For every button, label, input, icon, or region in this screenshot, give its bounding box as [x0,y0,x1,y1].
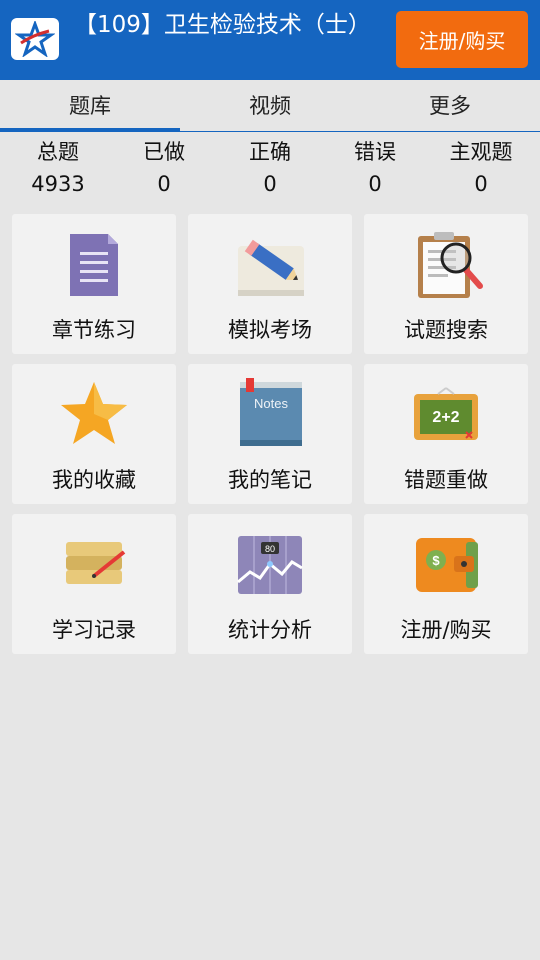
tile-label: 模拟考场 [228,318,312,342]
chalkboard-icon: 2+2 [414,387,478,440]
stat-label: 主观题 [449,140,513,164]
stat-label: 总题 [37,140,79,164]
app-title: 【109】卫生检验技术（士） [74,12,371,38]
stat-value: 0 [263,172,277,196]
tile-wrong-redo[interactable]: 2+2 错题重做 [364,364,528,504]
star-icon [61,382,127,444]
tab-video[interactable]: 视频 [180,80,360,130]
tile-label: 注册/购买 [400,618,492,642]
tile-label: 统计分析 [228,618,312,642]
stat-value: 0 [474,172,488,196]
stat-value: 0 [368,172,382,196]
tab-bar: 题库 视频 更多 [0,80,540,133]
tile-statistics[interactable]: 80 统计分析 [188,514,352,654]
stats-row: 总题 4933 已做 0 正确 0 错误 0 主观题 0 [0,136,540,204]
tab-divider [0,131,540,132]
register-buy-button[interactable]: 注册/购买 [396,11,528,68]
feature-grid: 章节练习 模拟考场 试题搜索 我的收藏 Notes 我的笔记 2+2 错题重做 … [0,214,540,658]
tile-my-notes[interactable]: Notes 我的笔记 [188,364,352,504]
scroll-pencil-icon [66,542,126,584]
stat-correct: 正确 0 [216,136,324,200]
wallet-icon: $ [416,538,478,592]
stat-value: 0 [157,172,171,196]
pencil-paper-icon [238,239,304,296]
document-list-icon [70,234,118,296]
tile-label: 我的收藏 [52,468,136,492]
stat-subjective: 主观题 0 [427,136,535,200]
stat-value: 4933 [31,172,85,196]
stat-label: 正确 [249,140,291,164]
clipboard-search-icon [418,232,483,298]
tile-question-search[interactable]: 试题搜索 [364,214,528,354]
tile-chapter-practice[interactable]: 章节练习 [12,214,176,354]
stats-chart-icon: 80 [237,536,303,594]
tile-register-buy[interactable]: $ 注册/购买 [364,514,528,654]
tile-label: 我的笔记 [228,468,312,492]
tile-label: 错题重做 [404,468,488,492]
stat-total: 总题 4933 [4,136,112,200]
dollar-text: $ [432,553,440,568]
tile-label: 学习记录 [52,618,136,642]
logo-star-icon [15,21,55,57]
stat-label: 已做 [143,140,185,164]
app-logo [11,18,59,60]
notes-text: Notes [254,396,288,411]
tab-question-bank[interactable]: 题库 [0,80,180,130]
tile-label: 章节练习 [52,318,136,342]
tab-more[interactable]: 更多 [360,80,540,130]
notes-book-icon: Notes [240,378,302,446]
chart-value-text: 80 [265,544,275,554]
tile-label: 试题搜索 [404,318,488,342]
app-header: 【109】卫生检验技术（士） 注册/购买 [0,0,540,80]
stat-wrong: 错误 0 [321,136,429,200]
tile-mock-exam[interactable]: 模拟考场 [188,214,352,354]
board-text: 2+2 [432,409,459,426]
tile-study-record[interactable]: 学习记录 [12,514,176,654]
stat-done: 已做 0 [110,136,218,200]
tile-favorites[interactable]: 我的收藏 [12,364,176,504]
stat-label: 错误 [354,140,396,164]
